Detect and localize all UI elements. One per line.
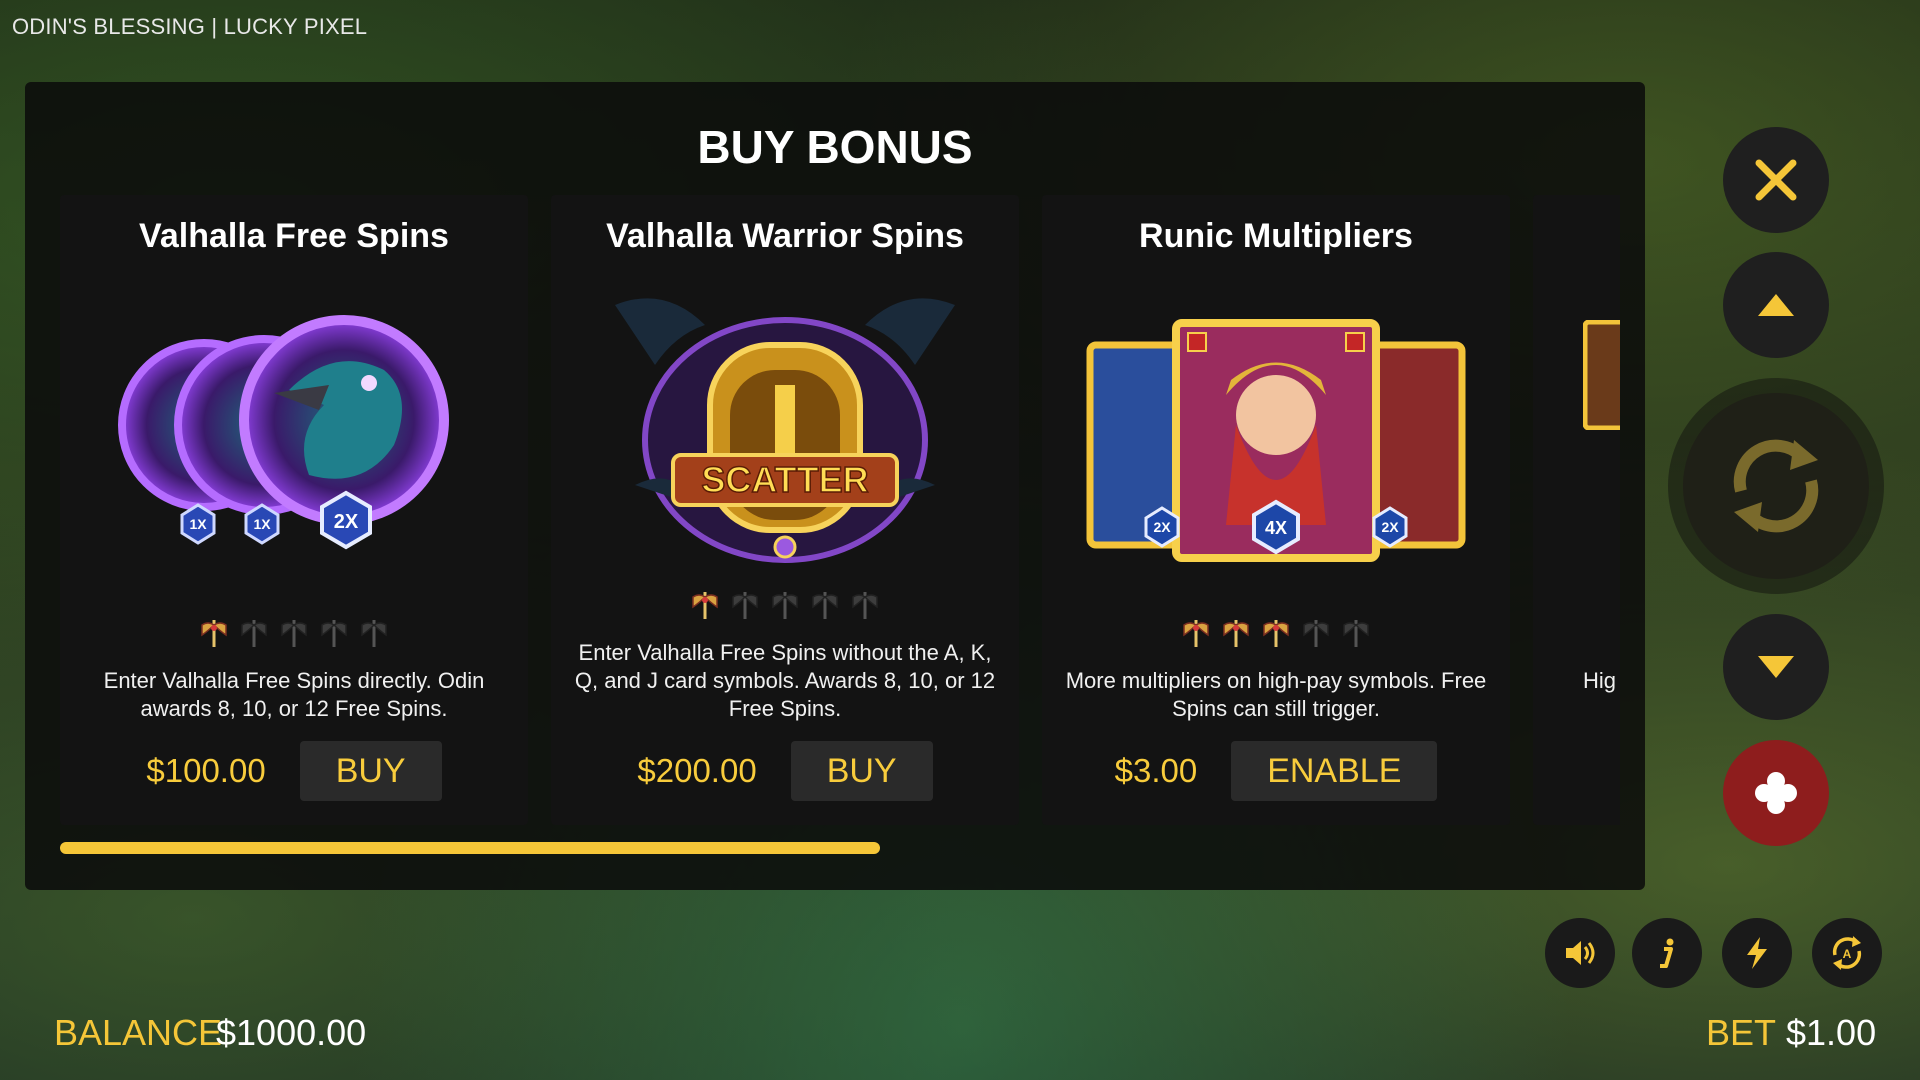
- bonus-price: $3.00: [1114, 752, 1198, 789]
- bonus-card-runic-multipliers: Runic Multipliers 2X 4X 2X More multipli…: [1042, 195, 1510, 825]
- lightning-icon: [1747, 937, 1767, 969]
- multiplier-badge: 1X: [253, 516, 271, 532]
- balance-label: BALANCE: [54, 1012, 223, 1053]
- axe-icon-filled: [1183, 620, 1209, 647]
- axe-icon-empty: [772, 592, 798, 619]
- scatter-ravens-art: SCATTER: [615, 298, 955, 563]
- price-row: $3.00 ENABLE: [1042, 741, 1510, 801]
- close-icon: [1755, 159, 1797, 201]
- axe-icon-empty: [1303, 620, 1329, 647]
- card-title: Runic Multipliers: [1139, 217, 1413, 255]
- panel-title: BUY BONUS: [697, 121, 973, 173]
- card-description: Hig: [1583, 668, 1617, 693]
- cards-carousel[interactable]: Valhalla Free Spins 1X 1X 2X Enter Valha…: [60, 195, 1620, 829]
- buy-button[interactable]: BUY: [299, 741, 442, 801]
- bet-value: $1.00: [1786, 1012, 1877, 1053]
- autoplay-button[interactable]: A: [1812, 918, 1882, 988]
- spin-button[interactable]: [1683, 393, 1869, 579]
- axe-icon-empty: [732, 592, 758, 619]
- volatility-meter: [60, 617, 528, 649]
- autoplay-icon: A: [1832, 936, 1862, 970]
- bonus-icon: [1755, 772, 1797, 814]
- axe-icon-empty: [241, 620, 267, 647]
- close-button[interactable]: [1723, 127, 1829, 233]
- bet-label: BET: [1706, 1012, 1777, 1053]
- axe-icon-filled: [692, 592, 718, 619]
- turbo-button[interactable]: [1722, 918, 1792, 988]
- partial-card-art: [1583, 320, 1620, 430]
- bonus-card-valhalla-free-spins: Valhalla Free Spins 1X 1X 2X Enter Valha…: [60, 195, 528, 825]
- axe-icon-filled: [201, 620, 227, 647]
- axe-icon-empty: [1343, 620, 1369, 647]
- multiplier-badge: 2X: [1381, 519, 1399, 535]
- card-description: Enter Valhalla Free Spins directly. Odin…: [103, 668, 485, 721]
- axe-icon-empty: [321, 620, 347, 647]
- multiplier-badge: 2X: [1153, 519, 1171, 535]
- scroll-up-button[interactable]: [1723, 252, 1829, 358]
- card-description: More multipliers on high-pay symbols. Fr…: [1065, 668, 1487, 721]
- scroll-down-button[interactable]: [1723, 614, 1829, 720]
- carousel-scrollbar[interactable]: [60, 842, 880, 854]
- price-row: $100.00 BUY: [60, 741, 528, 801]
- sound-button[interactable]: [1545, 918, 1615, 988]
- bonus-price: $100.00: [146, 752, 266, 789]
- arrow-down-icon: [1758, 656, 1794, 678]
- bonus-card-partial: Hig: [1533, 195, 1620, 825]
- axe-icon-filled: [1263, 620, 1289, 647]
- enable-button[interactable]: ENABLE: [1231, 741, 1438, 801]
- card-title: Valhalla Free Spins: [139, 217, 449, 255]
- axe-icon-filled: [1223, 620, 1249, 647]
- warrior-cards-art: 2X 4X 2X: [1086, 319, 1466, 562]
- svg-text:A: A: [1843, 947, 1852, 961]
- sound-icon: [1566, 941, 1595, 965]
- card-title: Valhalla Warrior Spins: [606, 217, 964, 255]
- price-row: $200.00 BUY: [551, 741, 1019, 801]
- bonus-card-valhalla-warrior-spins: Valhalla Warrior Spins SCATTER Enter Val…: [551, 195, 1019, 825]
- bonus-price: $200.00: [637, 752, 757, 789]
- raven-coins-art: 1X 1X 2X: [118, 315, 449, 550]
- axe-icon-empty: [812, 592, 838, 619]
- volatility-meter: [1042, 617, 1510, 649]
- page-title: ODIN'S BLESSING | LUCKY PIXEL: [12, 14, 368, 39]
- volatility-meter: [551, 589, 1019, 621]
- buy-button[interactable]: BUY: [790, 741, 933, 801]
- scatter-label: SCATTER: [701, 459, 868, 500]
- buy-bonus-button[interactable]: [1723, 740, 1829, 846]
- multiplier-badge: 2X: [334, 511, 359, 533]
- multiplier-badge: 4X: [1265, 518, 1287, 538]
- spin-icon: [1733, 439, 1819, 533]
- info-button[interactable]: [1632, 918, 1702, 988]
- axe-icon-empty: [852, 592, 878, 619]
- multiplier-badge: 1X: [189, 516, 207, 532]
- status-bar: BALANCE $1000.00 BET $1.00: [0, 1000, 1920, 1062]
- axe-icon-empty: [361, 620, 387, 647]
- axe-icon-empty: [281, 620, 307, 647]
- balance-value: $1000.00: [216, 1012, 367, 1053]
- info-icon: [1660, 938, 1674, 968]
- card-description: Enter Valhalla Free Spins without the A,…: [574, 640, 996, 721]
- buy-bonus-panel: BUY BONUS Valhalla Free Spins 1X 1X 2X E…: [25, 82, 1645, 890]
- arrow-up-icon: [1758, 294, 1794, 316]
